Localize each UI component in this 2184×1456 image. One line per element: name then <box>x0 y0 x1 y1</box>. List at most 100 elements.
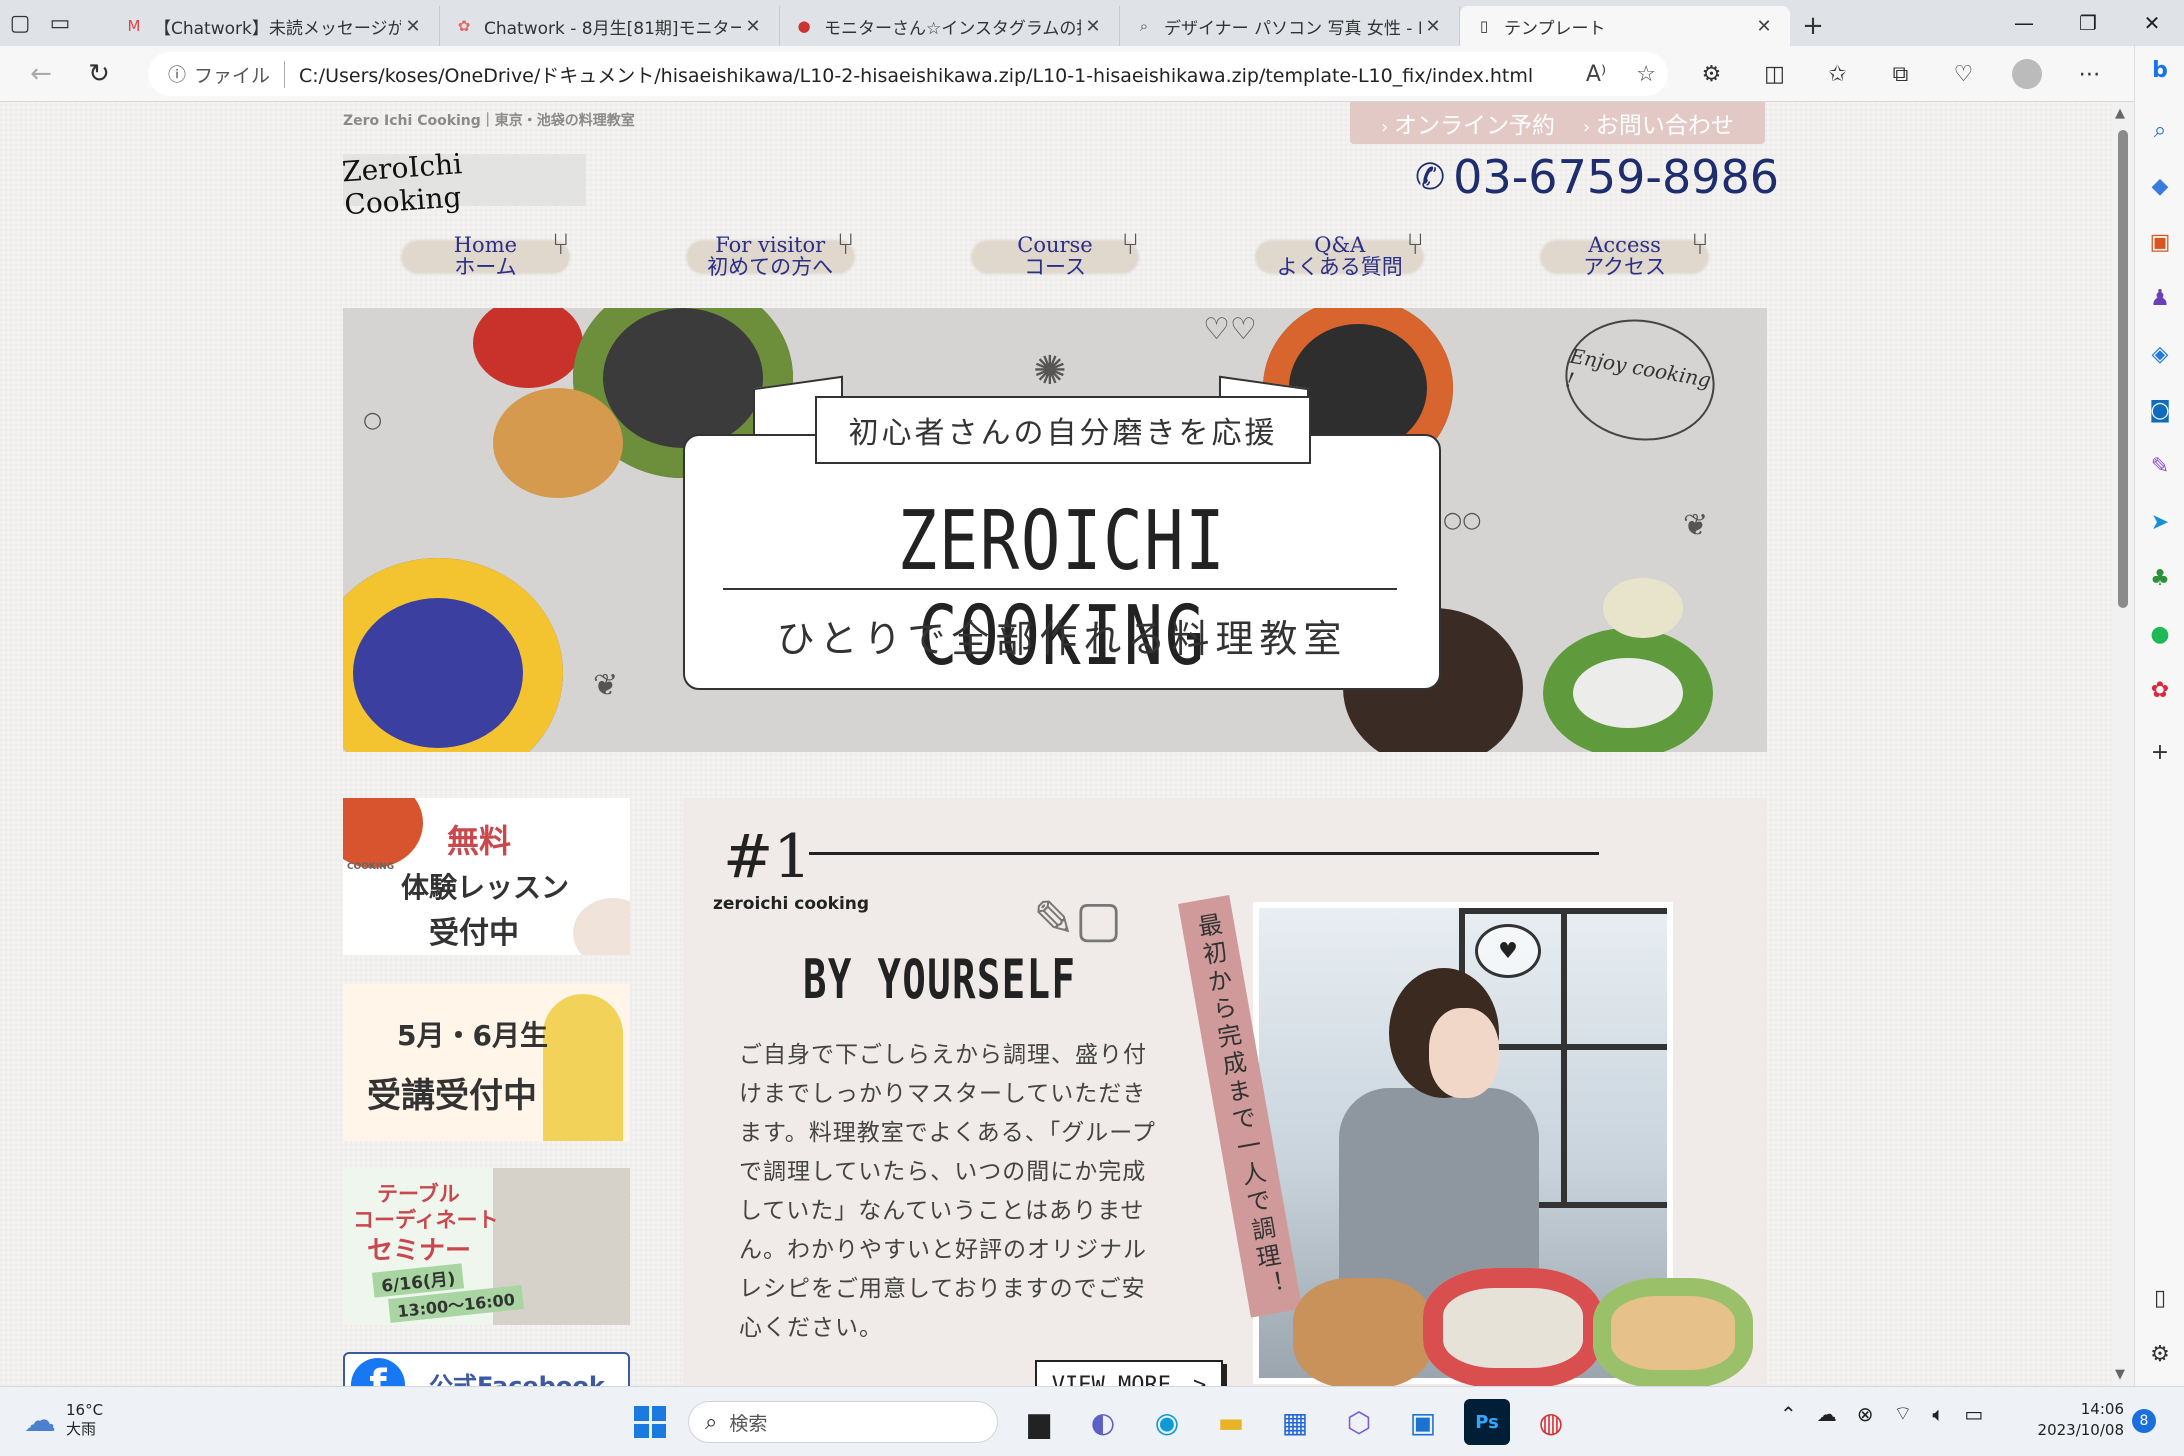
photoshop-icon[interactable]: Ps <box>1464 1399 1510 1445</box>
close-icon[interactable]: ✕ <box>1421 16 1445 37</box>
store-icon[interactable]: ▦ <box>1272 1399 1318 1445</box>
battery-icon[interactable]: ▭ <box>1964 1402 1983 1426</box>
copilot-icon[interactable]: b <box>2144 54 2176 86</box>
scroll-up-arrow-icon[interactable]: ▲ <box>2115 106 2125 121</box>
file-explorer-icon[interactable]: ▬ <box>1208 1399 1254 1445</box>
hero-ribbon: 初心者さんの自分磨きを応援 <box>815 396 1311 464</box>
app-flower-icon[interactable]: ✿ <box>2144 674 2176 706</box>
shopping-tag-icon[interactable]: ◆ <box>2144 170 2176 202</box>
phone-text: 03-6759-8986 <box>1453 150 1780 204</box>
contact-button[interactable]: お問い合わせ <box>1583 106 1734 140</box>
tab-chatwork[interactable]: ✿ Chatwork - 8月生[81期]モニター ✕ <box>440 6 780 46</box>
fork-knife-icon: ⑂ <box>836 227 855 262</box>
remote-desktop-icon[interactable]: ▣ <box>1400 1399 1446 1445</box>
start-button[interactable] <box>630 1402 670 1442</box>
app-x-icon[interactable]: ⊗ <box>1857 1402 1874 1426</box>
read-aloud-icon[interactable]: A⁾ <box>1586 62 1606 87</box>
task-view-icon[interactable]: ▆ <box>1016 1399 1062 1445</box>
enjoy-cooking-bubble: Enjoy cooking ! <box>1555 308 1725 453</box>
tab-title: Chatwork - 8月生[81期]モニター <box>484 18 741 39</box>
microsoft-365-icon[interactable]: ◈ <box>2144 338 2176 370</box>
free-trial-banner[interactable]: 無料 体験レッスン 受付中 COOKING <box>343 798 630 955</box>
nav-item-qa[interactable]: Q&A よくある質問 ⑂ <box>1197 226 1482 286</box>
notification-badge[interactable]: 8 <box>2132 1409 2156 1433</box>
copilot-app-icon[interactable]: ⬡ <box>1336 1399 1382 1445</box>
close-icon[interactable]: ✕ <box>1081 16 1105 37</box>
back-arrow-icon[interactable]: ← <box>12 46 70 102</box>
split-screen-icon[interactable]: ◫ <box>1743 62 1806 87</box>
nav-item-for-visitor[interactable]: For visitor 初めての方へ ⑂ <box>628 226 913 286</box>
tab-gmail[interactable]: M 【Chatwork】未読メッセージがありま ✕ <box>110 6 440 46</box>
phone-number[interactable]: ✆ 03-6759-8986 <box>1415 150 1779 204</box>
nav-item-course[interactable]: Course コース ⑂ <box>913 226 1198 286</box>
close-window-button[interactable]: ✕ <box>2120 0 2184 46</box>
spotify-icon[interactable]: ● <box>2144 618 2176 650</box>
tab-template[interactable]: ▯ テンプレート ✕ <box>1460 6 1790 46</box>
nav-label-jp: ホーム <box>454 255 517 279</box>
close-icon[interactable]: ✕ <box>741 16 765 37</box>
taskbar-search[interactable]: ⌕ 検索 <box>688 1401 998 1443</box>
hero-banner: ♡♡ ❦ ❦ ○ ○○ ✺ 初心者さんの自分磨きを応援 ZEROICHI COO… <box>343 308 1767 752</box>
sidebar-toggle-icon[interactable]: ▯ <box>2144 1282 2176 1314</box>
send-icon[interactable]: ➤ <box>2144 506 2176 538</box>
workspaces-icon[interactable]: ▢ <box>0 0 40 46</box>
designer-icon[interactable]: ✎ <box>2144 450 2176 482</box>
rain-cloud-icon: ☁ <box>24 1401 56 1439</box>
site-logo[interactable]: ZeroIchi Cooking <box>341 147 586 221</box>
tools-briefcase-icon[interactable]: ▣ <box>2144 226 2176 258</box>
tab-instagram[interactable]: ● モニターさん☆インスタグラムの投稿方 ✕ <box>780 6 1120 46</box>
search-icon[interactable]: ⌕ <box>2144 114 2176 146</box>
hero-subtitle: ひとりで全部作れる料理教室 <box>776 617 1348 661</box>
view-more-button[interactable]: VIEW MORE > <box>1035 1360 1223 1386</box>
edge-icon[interactable]: ◉ <box>1144 1399 1190 1445</box>
tab-actions-icon[interactable]: ▭ <box>40 0 80 46</box>
enrollment-banner[interactable]: 5月・6月生 受講受付中 <box>343 984 630 1141</box>
page-viewport[interactable]: Zero Ichi Cooking｜東京・池袋の料理教室 オンライン予約 お問い… <box>0 102 2134 1386</box>
chatwork-icon: ✿ <box>457 17 471 35</box>
weather-widget[interactable]: ☁ 16°C 大雨 <box>24 1401 103 1439</box>
restore-button[interactable]: ❐ <box>2056 0 2120 46</box>
outlook-icon[interactable]: ◙ <box>2144 394 2176 426</box>
scrollbar-thumb[interactable] <box>2118 130 2128 608</box>
url-text[interactable]: C:/Users/koses/OneDrive/ドキュメント/hisaeishi… <box>299 61 1533 88</box>
onedrive-cloud-icon[interactable]: ☁ <box>1817 1402 1837 1426</box>
tab-bing[interactable]: ⌕ デザイナー パソコン 写真 女性 - Bing ✕ <box>1120 6 1460 46</box>
nav-item-access[interactable]: Access アクセス ⑂ <box>1482 226 1767 286</box>
minimize-button[interactable]: — <box>1992 0 2056 46</box>
facebook-label: 公式Facebook <box>429 1372 605 1386</box>
enrollment-month-label: 5月・6月生 <box>397 1019 548 1052</box>
online-reservation-button[interactable]: オンライン予約 <box>1381 106 1555 140</box>
collections-icon[interactable]: ⧉ <box>1869 62 1932 87</box>
scroll-down-arrow-icon[interactable]: ▼ <box>2115 1367 2125 1382</box>
person-face <box>1429 1008 1499 1098</box>
wifi-icon[interactable]: ⌔ <box>1894 1401 1913 1426</box>
facebook-banner[interactable]: f 公式Facebook <box>343 1352 630 1386</box>
games-icon[interactable]: ♟ <box>2144 282 2176 314</box>
seminar-banner[interactable]: テーブル コーディネート セミナー 6/16(月) 13:00〜16:00 <box>343 1168 630 1325</box>
add-icon[interactable]: + <box>2144 736 2176 768</box>
info-icon[interactable]: ⓘ <box>168 61 186 87</box>
page-scrollbar[interactable]: ▲ ▼ <box>2112 102 2134 1386</box>
feature-number: #1 <box>723 822 812 892</box>
address-bar[interactable]: ⓘ ファイル C:/Users/koses/OneDrive/ドキュメント/hi… <box>148 52 1668 96</box>
favorites-icon[interactable]: ✩ <box>1806 62 1869 87</box>
nav-item-home[interactable]: Home ホーム ⑂ <box>343 226 628 286</box>
clock[interactable]: 14:06 2023/10/08 <box>2020 1399 2124 1441</box>
close-icon[interactable]: ✕ <box>401 16 425 37</box>
extensions-icon[interactable]: ⚙ <box>1680 62 1743 87</box>
close-icon[interactable]: ✕ <box>1752 16 1776 37</box>
favorite-star-icon[interactable]: ☆ <box>1636 62 1656 87</box>
tree-icon[interactable]: ♣ <box>2144 562 2176 594</box>
speaker-icon[interactable]: 🔈︎ <box>1932 1402 1944 1426</box>
more-menu-icon[interactable]: ⋯ <box>2058 62 2121 87</box>
browser-essentials-icon[interactable]: ♡ <box>1932 62 1995 87</box>
phone-icon: ✆ <box>1415 156 1446 198</box>
settings-gear-icon[interactable]: ⚙ <box>2144 1338 2176 1370</box>
nav-label-en: Access <box>1588 233 1661 257</box>
reload-icon[interactable]: ↻ <box>70 46 128 102</box>
profile-avatar[interactable] <box>1995 59 2058 89</box>
teams-chat-icon[interactable]: ◐ <box>1080 1399 1126 1445</box>
new-tab-button[interactable]: + <box>1790 6 1836 46</box>
chevron-up-icon[interactable]: ⌃ <box>1780 1402 1797 1426</box>
app-red-icon[interactable]: ◍ <box>1528 1399 1574 1445</box>
